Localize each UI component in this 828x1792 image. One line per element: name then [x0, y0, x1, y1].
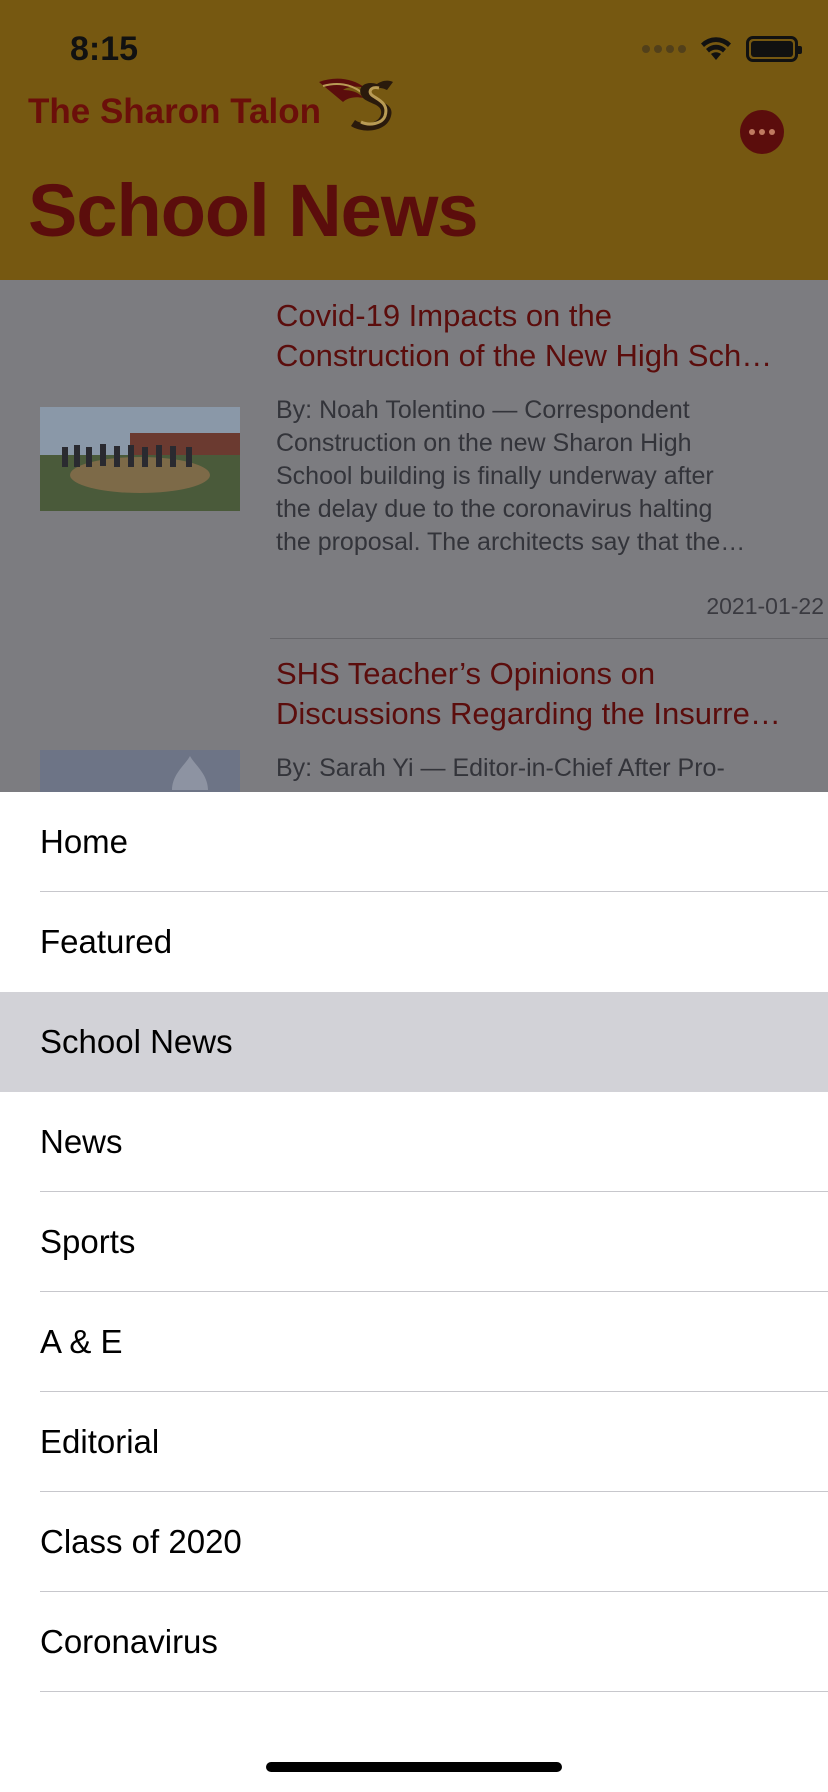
article-thumbnail	[40, 407, 240, 511]
article-date: 2021-01-22	[706, 593, 824, 619]
article-separator	[270, 638, 828, 639]
article-excerpt: By: Noah Tolentino — Correspondent Const…	[276, 396, 746, 556]
menu-item-featured[interactable]: Featured	[0, 892, 828, 992]
more-dot-icon	[749, 129, 755, 135]
section-menu-sheet: Home Featured School News News Sports A …	[0, 792, 828, 1792]
cellular-signal-icon	[642, 45, 686, 53]
menu-item-coronavirus[interactable]: Coronavirus	[0, 1592, 828, 1692]
menu-item-class-of-2020[interactable]: Class of 2020	[0, 1492, 828, 1592]
menu-item-sports[interactable]: Sports	[0, 1192, 828, 1292]
menu-item-editorial[interactable]: Editorial	[0, 1392, 828, 1492]
menu-item-label: Class of 2020	[40, 1523, 242, 1560]
brand-row: The Sharon Talon	[28, 74, 405, 132]
more-options-button[interactable]	[740, 110, 784, 154]
article-excerpt: By: Sarah Yi — Editor-in-Chief After Pro…	[276, 754, 725, 782]
brand-title: The Sharon Talon	[28, 92, 321, 131]
menu-item-label: School News	[40, 1023, 233, 1060]
page-title: School News	[28, 169, 479, 252]
menu-item-label: Coronavirus	[40, 1623, 218, 1660]
menu-item-school-news[interactable]: School News	[0, 992, 828, 1092]
talon-logo-icon	[318, 78, 393, 131]
menu-item-label: A & E	[40, 1323, 123, 1360]
menu-item-label: Featured	[40, 923, 173, 960]
battery-icon	[746, 36, 802, 62]
article-list: Covid-19 Impacts on the Construction of …	[0, 280, 828, 792]
menu-item-news[interactable]: News	[0, 1092, 828, 1192]
more-dot-icon	[769, 129, 775, 135]
wifi-icon	[701, 37, 731, 60]
status-icons	[642, 36, 802, 62]
divider	[40, 1691, 828, 1692]
header: 8:15 The Sharon Talon School News	[0, 0, 828, 280]
article-title[interactable]: SHS Teacher’s Opinions on Discussions Re…	[276, 654, 821, 734]
more-dot-icon	[759, 129, 765, 135]
article-title[interactable]: Covid-19 Impacts on the Construction of …	[276, 296, 821, 376]
menu-item-home[interactable]: Home	[0, 792, 828, 892]
menu-item-label: News	[40, 1123, 123, 1160]
article-thumbnail	[40, 750, 240, 792]
menu-item-label: Sports	[40, 1223, 136, 1260]
screen: 8:15 The Sharon Talon School News Covid-…	[0, 0, 828, 1792]
menu-item-label: Home	[40, 823, 129, 860]
menu-item-label: Editorial	[40, 1423, 160, 1460]
home-indicator[interactable]	[266, 1762, 562, 1772]
status-time: 8:15	[70, 30, 139, 68]
menu-item-a-and-e[interactable]: A & E	[0, 1292, 828, 1392]
